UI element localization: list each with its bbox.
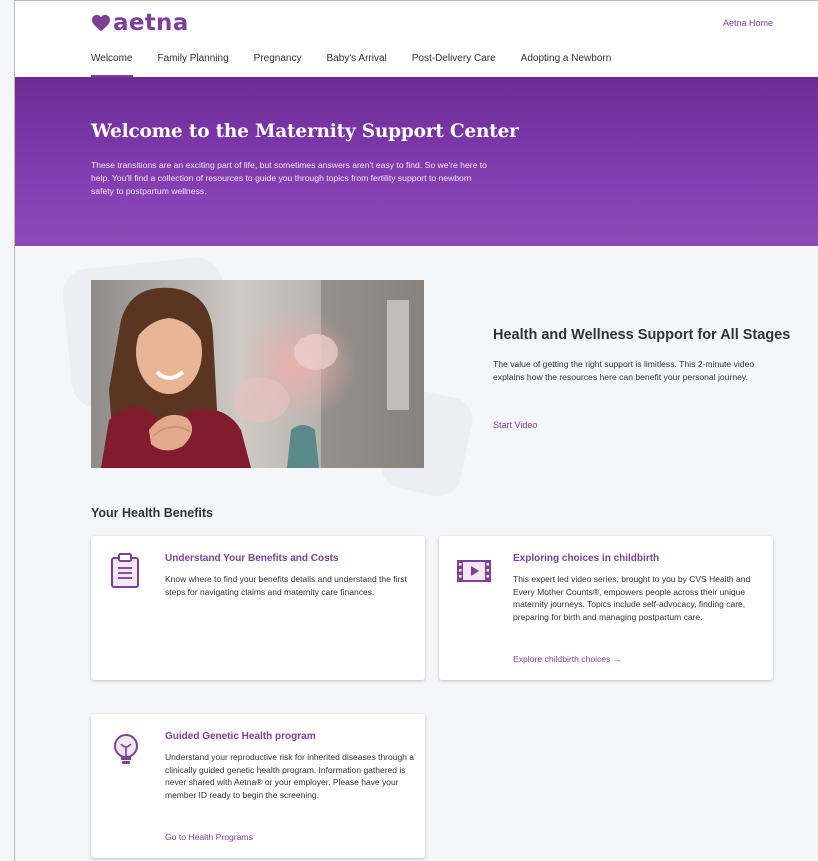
logo-wordmark: aetna (113, 10, 189, 36)
start-video-link[interactable]: Start Video (493, 420, 537, 430)
woman-smiling-image (91, 280, 424, 468)
explore-childbirth-choices-link[interactable]: Explore childbirth choices → (513, 654, 621, 664)
tab-pregnancy[interactable]: Pregnancy (254, 53, 302, 77)
video-thumbnail[interactable] (91, 280, 424, 468)
page-frame: aetna Aetna Home Welcome Family Planning… (14, 0, 818, 861)
tab-babys-arrival[interactable]: Baby's Arrival (326, 53, 386, 77)
aetna-home-link[interactable]: Aetna Home (723, 18, 773, 28)
section-nav: Welcome Family Planning Pregnancy Baby's… (91, 53, 636, 77)
go-to-health-programs-link[interactable]: Go to Health Programs (165, 832, 253, 842)
benefits-costs-card: Understand Your Benefits and Costs Know … (91, 536, 425, 680)
card-title[interactable]: Understand Your Benefits and Costs (165, 553, 339, 564)
card-title[interactable]: Guided Genetic Health program (165, 731, 316, 742)
card-description: This expert led video series, brought to… (513, 574, 751, 623)
tab-post-delivery-care[interactable]: Post-Delivery Care (412, 53, 496, 77)
aetna-logo[interactable]: aetna (91, 10, 189, 36)
tab-welcome[interactable]: Welcome (91, 53, 133, 77)
tab-family-planning[interactable]: Family Planning (158, 53, 229, 77)
tab-adopting-a-newborn[interactable]: Adopting a Newborn (521, 53, 612, 77)
feature-description: The value of getting the right support i… (493, 359, 755, 382)
childbirth-choices-card: Exploring choices in childbirth This exp… (439, 536, 773, 680)
hero-banner: Welcome to the Maternity Support Center … (15, 77, 818, 246)
heart-icon (92, 14, 110, 32)
genetic-health-card: Guided Genetic Health program Understand… (91, 714, 425, 858)
card-title[interactable]: Exploring choices in childbirth (513, 553, 659, 564)
clipboard-icon (109, 550, 143, 590)
feature-title: Health and Wellness Support for All Stag… (493, 327, 791, 343)
page-title: Welcome to the Maternity Support Center (91, 121, 519, 142)
video-film-icon (457, 550, 491, 590)
card-description: Know where to find your benefits details… (165, 574, 407, 597)
site-header: aetna Aetna Home Welcome Family Planning… (15, 1, 818, 77)
section-title: Your Health Benefits (91, 506, 214, 520)
lightbulb-icon (109, 728, 143, 768)
hero-description: These transitions are an exciting part o… (91, 160, 487, 196)
card-description: Understand your reproductive risk for in… (165, 752, 414, 801)
